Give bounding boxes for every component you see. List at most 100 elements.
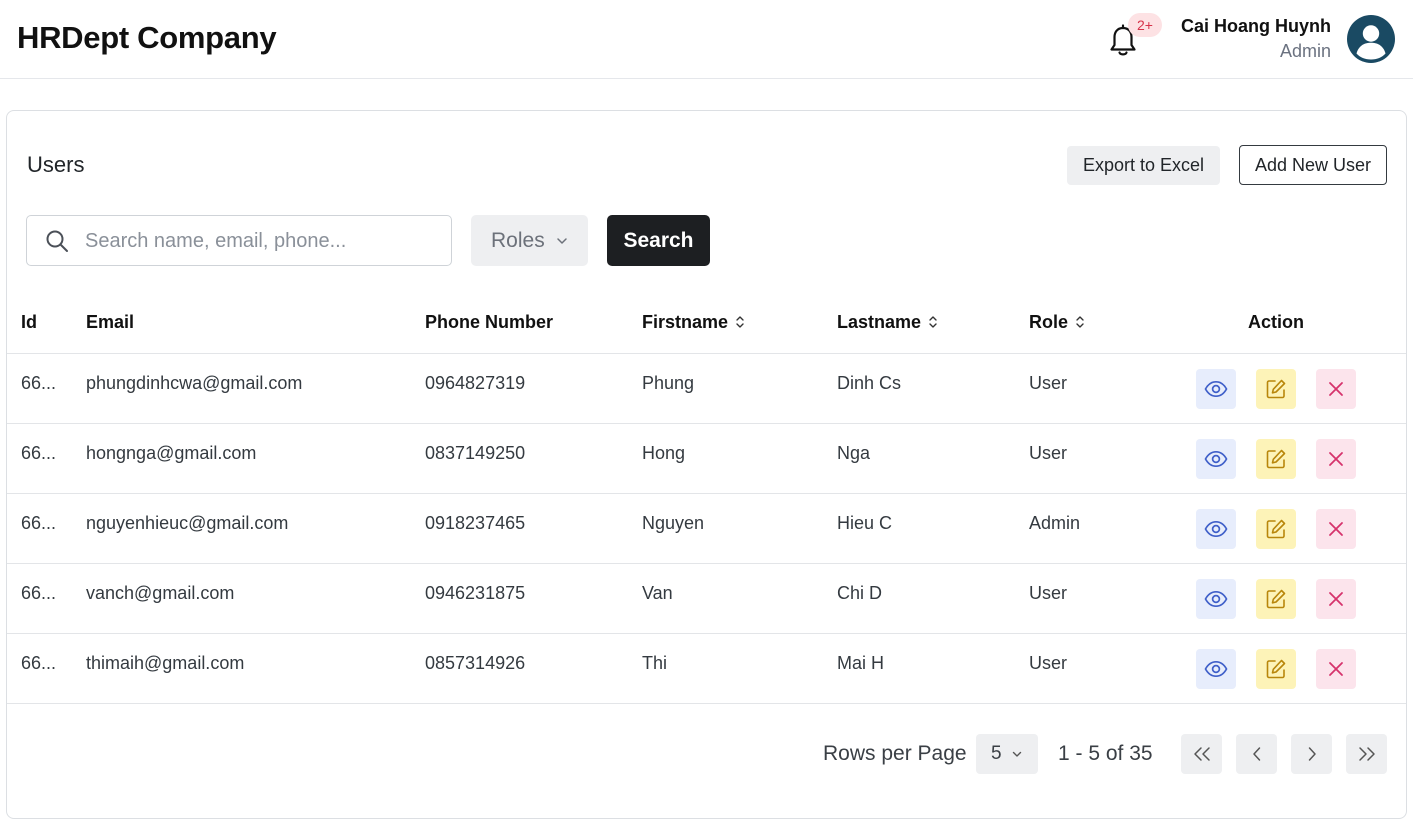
column-label: Firstname (642, 312, 729, 332)
close-icon (1329, 592, 1343, 606)
card-title: Users (27, 152, 85, 177)
column-header-role[interactable]: Role (1029, 312, 1086, 333)
cell-phone: 0946231875 (425, 583, 526, 603)
column-header-firstname[interactable]: Firstname (642, 312, 746, 333)
delete-button[interactable] (1316, 439, 1356, 479)
cell-firstname: Phung (642, 373, 695, 393)
double-chevron-left-icon (1193, 747, 1210, 761)
edit-button[interactable] (1256, 509, 1296, 549)
search-icon (46, 230, 68, 252)
search-input[interactable] (85, 224, 435, 258)
eye-icon (1204, 380, 1228, 398)
column-header-action: Action (1248, 312, 1304, 333)
cell-email: vanch@gmail.com (86, 583, 235, 603)
cell-email: phungdinhcwa@gmail.com (86, 373, 303, 393)
roles-label: Roles (491, 229, 545, 252)
sort-icon (929, 316, 937, 328)
table-row: 66... phungdinhcwa@gmail.com 0964827319 … (7, 353, 1406, 423)
cell-role: User (1029, 373, 1068, 393)
edit-button[interactable] (1256, 649, 1296, 689)
cell-lastname: Hieu C (837, 513, 893, 533)
view-button[interactable] (1196, 509, 1236, 549)
user-role: Admin (1279, 41, 1331, 61)
users-card: Users Export to Excel Add New User Roles… (6, 110, 1407, 819)
notification-badge: 2+ (1128, 13, 1162, 37)
eye-icon (1204, 450, 1228, 468)
cell-phone: 0837149250 (425, 443, 526, 463)
chevron-right-icon (1308, 747, 1316, 761)
first-page-button[interactable] (1181, 734, 1222, 774)
user-name: Cai Hoang Huynh (1180, 16, 1331, 36)
column-label: Id (21, 312, 37, 332)
column-label: Lastname (837, 312, 922, 332)
delete-button[interactable] (1316, 369, 1356, 409)
rows-per-page-select[interactable]: 5 (976, 734, 1038, 774)
edit-button[interactable] (1256, 439, 1296, 479)
edit-button[interactable] (1256, 579, 1296, 619)
delete-button[interactable] (1316, 649, 1356, 689)
table-row: 66... hongnga@gmail.com 0837149250 Hong … (7, 423, 1406, 493)
top-bar: HRDept Company 2+ Cai Hoang Huynh Admin (0, 0, 1413, 79)
add-user-button[interactable]: Add New User (1239, 145, 1387, 185)
close-icon (1329, 522, 1343, 536)
eye-icon (1204, 660, 1228, 678)
column-label: Phone Number (425, 312, 554, 332)
cell-id: 66... (21, 513, 57, 533)
previous-page-button[interactable] (1236, 734, 1277, 774)
edit-icon (1266, 659, 1286, 679)
chevron-down-icon (557, 238, 567, 244)
column-header-id: Id (21, 312, 37, 333)
search-box (26, 215, 452, 266)
chevron-down-icon (1012, 751, 1022, 757)
cell-email: nguyenhieuc@gmail.com (86, 513, 289, 533)
edit-icon (1266, 449, 1286, 469)
column-label: Email (86, 312, 135, 332)
close-icon (1329, 382, 1343, 396)
view-button[interactable] (1196, 439, 1236, 479)
table-row: 66... nguyenhieuc@gmail.com 0918237465 N… (7, 493, 1406, 563)
column-header-phone: Phone Number (425, 312, 553, 333)
cell-email: hongnga@gmail.com (86, 443, 257, 463)
rows-per-page-label: Rows per Page (823, 742, 967, 765)
cell-firstname: Nguyen (642, 513, 705, 533)
edit-button[interactable] (1256, 369, 1296, 409)
search-button[interactable]: Search (607, 215, 710, 266)
table-row: 66... thimaih@gmail.com 0857314926 Thi M… (7, 633, 1406, 703)
cell-firstname: Van (642, 583, 673, 603)
cell-role: Admin (1029, 513, 1081, 533)
cell-firstname: Thi (642, 653, 668, 673)
sort-icon (1076, 316, 1084, 328)
column-label: Action (1248, 312, 1304, 332)
eye-icon (1204, 590, 1228, 608)
roles-dropdown[interactable]: Roles (471, 215, 588, 266)
column-label: Role (1029, 312, 1069, 332)
page-range: 1 - 5 of 35 (1058, 742, 1153, 765)
delete-button[interactable] (1316, 579, 1356, 619)
cell-role: User (1029, 443, 1068, 463)
last-page-button[interactable] (1346, 734, 1387, 774)
next-page-button[interactable] (1291, 734, 1332, 774)
table-row: 66... vanch@gmail.com 0946231875 Van Chi… (7, 563, 1406, 633)
view-button[interactable] (1196, 579, 1236, 619)
export-excel-button[interactable]: Export to Excel (1067, 146, 1220, 185)
cell-id: 66... (21, 443, 57, 463)
cell-phone: 0857314926 (425, 653, 526, 673)
table-divider (7, 703, 1406, 704)
edit-icon (1266, 379, 1286, 399)
rows-per-page-value: 5 (991, 743, 1002, 764)
sort-icon (736, 316, 744, 328)
column-header-email: Email (86, 312, 134, 333)
column-header-lastname[interactable]: Lastname (837, 312, 939, 333)
cell-lastname: Nga (837, 443, 871, 463)
eye-icon (1204, 520, 1228, 538)
cell-id: 66... (21, 373, 57, 393)
close-icon (1329, 452, 1343, 466)
cell-role: User (1029, 583, 1068, 603)
view-button[interactable] (1196, 369, 1236, 409)
delete-button[interactable] (1316, 509, 1356, 549)
cell-firstname: Hong (642, 443, 686, 463)
view-button[interactable] (1196, 649, 1236, 689)
avatar-icon[interactable] (1347, 15, 1395, 63)
chevron-left-icon (1252, 747, 1260, 761)
cell-id: 66... (21, 653, 57, 673)
